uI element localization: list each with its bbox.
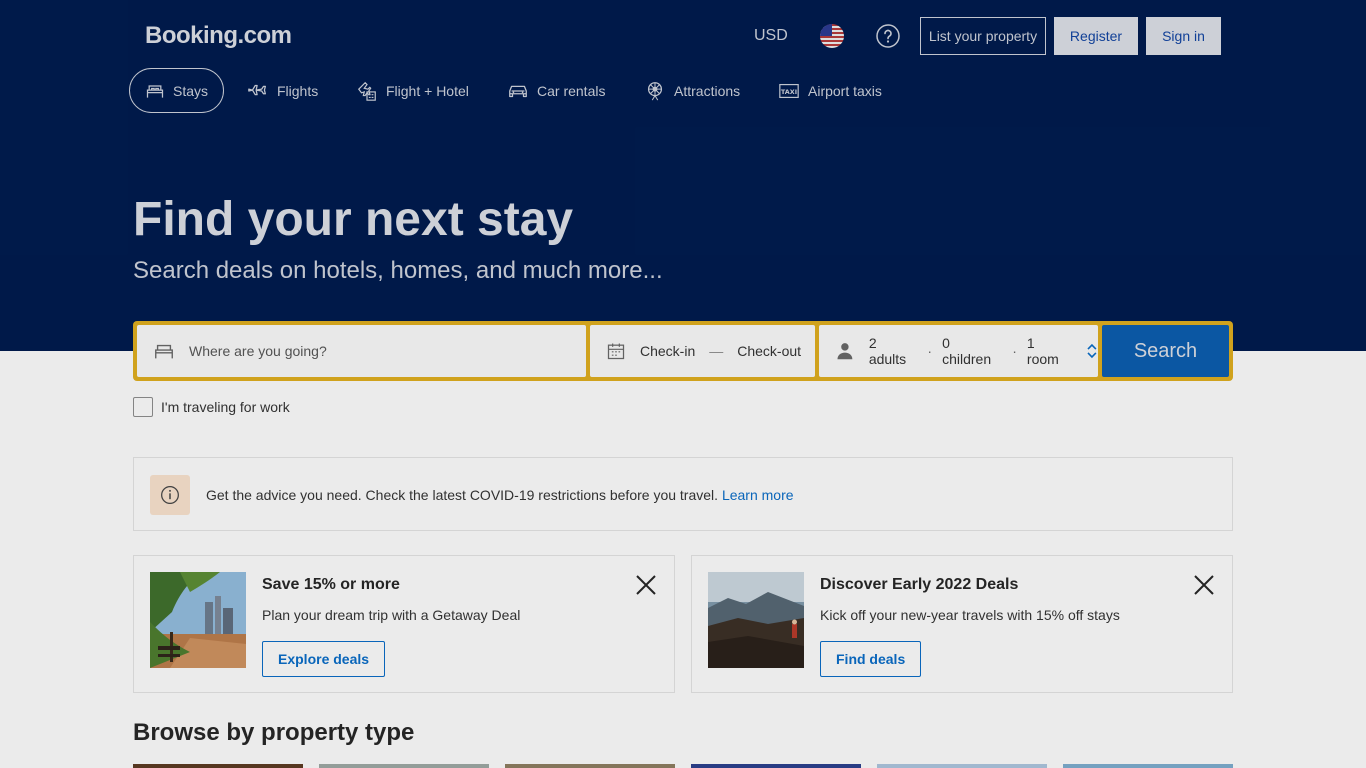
- check-in-label: Check-in: [640, 343, 696, 359]
- property-thumbnail[interactable]: [877, 764, 1047, 768]
- guests-selector[interactable]: 2 adults · 0 children · 1 room: [819, 325, 1098, 377]
- early-2022-deals-card: Discover Early 2022 Deals Kick off your …: [691, 555, 1233, 693]
- tab-attractions[interactable]: Attractions: [629, 68, 755, 113]
- mountain-image: [708, 572, 804, 668]
- car-icon: [509, 85, 527, 97]
- browse-property-heading: Browse by property type: [133, 719, 415, 746]
- adults-count: 2 adults: [868, 335, 907, 367]
- covid-message: Get the advice you need. Check the lates…: [206, 487, 794, 503]
- tab-car-rentals-label: Car rentals: [537, 82, 606, 99]
- destination-input[interactable]: Where are you going?: [137, 325, 586, 377]
- info-icon: [150, 475, 190, 515]
- work-travel-checkbox[interactable]: I'm traveling for work: [133, 397, 290, 417]
- park-image: [150, 572, 246, 668]
- search-bar: Where are you going? Check-in — Check-ou…: [133, 321, 1233, 381]
- date-picker[interactable]: Check-in — Check-out: [590, 325, 815, 377]
- property-thumbnail[interactable]: [133, 764, 303, 768]
- chevron-updown-icon: [1087, 343, 1097, 359]
- children-count: 0 children: [942, 335, 992, 367]
- person-icon: [837, 343, 853, 360]
- bed-icon: [155, 344, 173, 359]
- card-title: Discover Early 2022 Deals: [820, 576, 1019, 593]
- tab-airport-taxis-label: Airport taxis: [808, 82, 882, 99]
- tab-flight-hotel-label: Flight + Hotel: [386, 82, 469, 99]
- sign-in-button[interactable]: Sign in: [1146, 17, 1221, 55]
- register-button[interactable]: Register: [1054, 17, 1138, 55]
- covid-banner: Get the advice you need. Check the lates…: [133, 457, 1233, 531]
- booking-logo[interactable]: Booking.com: [145, 22, 292, 50]
- explore-deals-button[interactable]: Explore deals: [262, 641, 386, 677]
- tab-car-rentals[interactable]: Car rentals: [492, 68, 620, 113]
- taxi-icon: TAXI: [779, 83, 799, 98]
- card-text: Plan your dream trip with a Getaway Deal: [262, 607, 521, 623]
- tab-stays-label: Stays: [172, 82, 208, 99]
- rooms-count: 1 room: [1026, 335, 1059, 367]
- getaway-deal-card: Save 15% or more Plan your dream trip wi…: [133, 555, 675, 693]
- tab-flight-hotel[interactable]: Flight + Hotel: [341, 68, 484, 113]
- close-icon[interactable]: [1193, 574, 1215, 596]
- page-title: Find your next stay: [133, 193, 574, 246]
- page-subtitle: Search deals on hotels, homes, and much …: [133, 257, 663, 284]
- work-travel-label: I'm traveling for work: [161, 399, 290, 415]
- destination-placeholder: Where are you going?: [189, 343, 327, 359]
- bed-icon: [146, 84, 164, 98]
- currency-selector[interactable]: USD: [754, 27, 788, 45]
- tab-flights-label: Flights: [277, 82, 319, 99]
- separator-dot: ·: [1012, 343, 1017, 359]
- flight-hotel-icon: [357, 81, 376, 101]
- card-title: Save 15% or more: [262, 576, 400, 593]
- tab-flights[interactable]: Flights: [232, 68, 333, 113]
- property-thumbnail[interactable]: [319, 764, 489, 768]
- attractions-icon: [647, 81, 663, 100]
- check-out-label: Check-out: [737, 343, 802, 359]
- search-button[interactable]: Search: [1102, 325, 1229, 377]
- card-text: Kick off your new-year travels with 15% …: [820, 607, 1120, 623]
- property-thumbnail[interactable]: [505, 764, 675, 768]
- svg-text:TAXI: TAXI: [781, 87, 797, 95]
- property-thumbnail[interactable]: [1063, 764, 1233, 768]
- property-thumbnail[interactable]: [691, 764, 861, 768]
- find-deals-button[interactable]: Find deals: [820, 641, 922, 677]
- covid-text: Get the advice you need. Check the lates…: [206, 487, 719, 503]
- calendar-icon: [607, 343, 625, 360]
- date-separator: —: [709, 343, 724, 359]
- tab-attractions-label: Attractions: [674, 82, 741, 99]
- separator-dot: ·: [927, 343, 933, 359]
- close-icon[interactable]: [635, 574, 657, 596]
- tab-stays[interactable]: Stays: [129, 68, 224, 113]
- plane-icon: [248, 84, 266, 95]
- tab-airport-taxis[interactable]: TAXI Airport taxis: [763, 68, 897, 113]
- checkbox-box[interactable]: [133, 397, 153, 417]
- help-icon[interactable]: [876, 24, 900, 48]
- list-property-button[interactable]: List your property: [920, 17, 1046, 55]
- us-flag-icon[interactable]: [820, 24, 844, 48]
- learn-more-link[interactable]: Learn more: [722, 487, 794, 503]
